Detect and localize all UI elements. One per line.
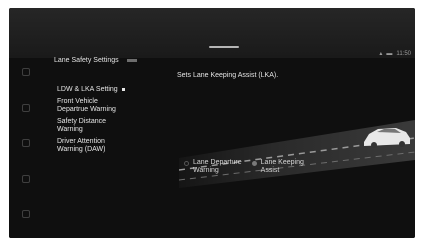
status-time: 11:50	[396, 50, 411, 57]
home-icon[interactable]	[22, 68, 30, 76]
radio-off	[184, 161, 189, 166]
menu-item-ldw-lka[interactable]: LDW & LKA Setting	[57, 86, 157, 94]
menu-item-daw[interactable]: Driver Attention Warning (DAW)	[57, 138, 157, 154]
status-bar: ▴ ▬ 11:50	[9, 8, 415, 58]
road-scene	[179, 120, 415, 188]
phone-icon[interactable]	[22, 174, 30, 183]
lock-icon[interactable]	[22, 139, 30, 147]
side-rail	[19, 68, 33, 218]
settings-icon[interactable]	[22, 210, 30, 218]
lane-options: Lane Departure Warning Lane Keeping Assi…	[184, 159, 304, 175]
menu-item-front-vehicle[interactable]: Front Vehicle Departrue Warning	[57, 98, 157, 114]
option-lane-keeping-assist[interactable]: Lane Keeping Assist	[251, 159, 304, 175]
radio-on	[251, 161, 257, 166]
drag-handle[interactable]	[209, 46, 239, 48]
option-lane-departure-warning[interactable]: Lane Departure Warning	[184, 159, 242, 175]
infotainment-screen: ▴ ▬ 11:50 Lane Safety Settings LDW & LKA…	[9, 8, 415, 238]
menu-item-safety-distance[interactable]: Safety Distance Warning	[57, 118, 157, 134]
page-title: Lane Safety Settings	[54, 57, 137, 64]
selected-indicator	[121, 87, 125, 91]
battery-icon: ▬	[386, 50, 393, 57]
back-icon[interactable]	[22, 103, 30, 112]
status-icons: ▴ ▬ 11:50	[379, 50, 411, 58]
signal-icon: ▴	[379, 51, 383, 57]
radio-icon	[126, 58, 137, 62]
setting-description: Sets Lane Keeping Assist (LKA).	[177, 72, 279, 79]
settings-menu: LDW & LKA Setting Front Vehicle Departru…	[57, 86, 157, 158]
